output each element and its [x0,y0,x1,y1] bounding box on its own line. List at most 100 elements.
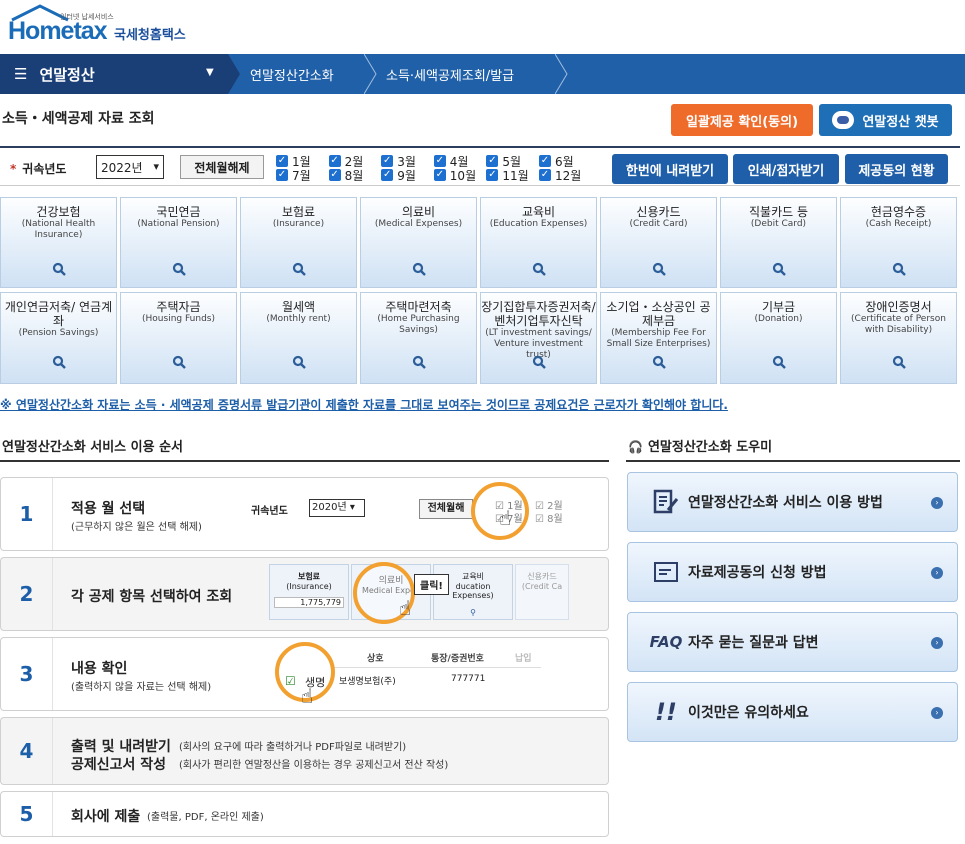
steps-section-title: 연말정산간소화 서비스 이용 순서 [2,440,184,455]
step-subtitle: (출력하지 않을 자료는 선택 해제) [71,682,212,693]
tile-title: 장애인증명서 [865,300,932,314]
breadcrumb-separator-icon [364,54,377,94]
step-1: 1 적용 월 선택 (근무하지 않은 월은 선택 해제) 귀속년도 2020년 … [0,477,609,551]
search-icon [652,262,666,276]
search-icon [892,355,906,369]
year-label: * 귀속년도 [10,162,67,176]
print-braille-button[interactable]: 인쇄/점자받기 [733,154,839,184]
checkbox-checked-icon: ✓ [433,155,446,167]
deduction-tile-7[interactable]: 직불카드 등 (Debit Card) [720,197,837,288]
checkbox-checked-icon: ✓ [276,155,288,167]
step-title-2: 공제신고서 작성 [71,757,167,773]
checkbox-checked-icon: ✓ [328,169,341,181]
step-subtitle-2: (회사가 편리한 연말정산을 이용하는 경우 공제신고서 전산 작성) [179,760,449,771]
tile-subtitle: (Certificate of Person with Disability) [851,314,946,335]
deduction-tile-2[interactable]: 국민연금 (National Pension) [120,197,237,288]
deduction-tile-10[interactable]: 주택자금 (Housing Funds) [120,292,237,384]
headset-icon: 🎧 [628,440,643,454]
nav-menu-dropdown[interactable]: ☰ 연말정산 ▼ [0,54,228,94]
main-nav-bar: ☰ 연말정산 ▼ 연말정산간소화 소득·세액공제조회/발급 [0,54,965,94]
notice-text[interactable]: ※ 연말정산간소화 자료는 소득 · 세액공제 증명서류 발급기관이 제출한 자… [0,396,728,413]
search-icon: ⚲ [470,608,476,617]
month-label: 8월 [344,168,364,183]
deduction-tile-9[interactable]: 개인연금저축/ 연금계좌 (Pension Savings) [0,292,117,384]
download-all-button[interactable]: 한번에 내려받기 [612,154,728,184]
tile-subtitle: (Insurance) [272,219,325,229]
step-5: 5 회사에 제출 (출력물, PDF, 온라인 제출) [0,791,609,837]
pointer-hand-icon: ☝ [301,684,314,708]
deduction-tile-5[interactable]: 교육비 (Education Expenses) [480,197,597,288]
deduction-tile-15[interactable]: 기부금 (Donation) [720,292,837,384]
hamburger-icon: ☰ [14,65,28,83]
helper-item-usage[interactable]: 연말정산간소화 서비스 이용 방법 › [627,472,958,532]
step-subtitle: (근무하지 않은 월은 선택 해제) [71,522,202,533]
month-checkbox-10[interactable]: ✓ 10월 [433,168,482,183]
month-label: 9월 [397,168,416,183]
month-checkbox-11[interactable]: ✓ 11월 [486,168,534,183]
tile-title: 의료비 [401,205,436,219]
month-checkbox-12[interactable]: ✓ 12월 [539,168,587,183]
tile-subtitle: (Housing Funds) [142,314,215,324]
search-icon [772,262,786,276]
deduction-tile-14[interactable]: 소기업・소상공인 공제부금 (Membership Fee For Small S… [600,292,717,384]
page-title: 소득・세액공제 자료 조회 [2,111,155,127]
deduction-tile-1[interactable]: 건강보험 (National Health Insurance) [0,197,117,288]
tile-subtitle: (National Health Insurance) [21,219,96,240]
step-number: 3 [1,638,53,710]
chatbot-button[interactable]: 연말정산 챗봇 [819,104,952,136]
step-title: 적용 월 선택 [71,501,146,517]
illus-table-header: 상호 통장/증권번호 납입 [331,646,541,668]
illus-tile-credit: 신용카드 (Credit Ca [515,564,569,620]
chatbot-icon [832,111,855,129]
helper-item-faq[interactable]: FAQ 자주 묻는 질문과 답변 › [627,612,958,672]
month-checkbox-7[interactable]: ✓ 7월 [276,168,324,183]
month-label: 10월 [449,168,477,183]
consent-status-button[interactable]: 제공동의 현황 [845,154,948,184]
caret-down-icon: ▼ [206,67,214,78]
step-title: 내용 확인 [71,661,128,677]
checkbox-checked-icon: ✓ [381,155,394,167]
tile-subtitle: (Pension Savings) [18,328,99,338]
month-checkbox-8[interactable]: ✓ 8월 [328,168,377,183]
step-2: 2 각 공제 항목 선택하여 조회 보험료 (Insurance) 1,775,77… [0,557,609,631]
step-number: 2 [1,558,53,630]
checkbox-checked-icon: ✓ [328,155,341,167]
tile-subtitle: (Home Purchasing Savings) [377,314,460,335]
pointer-hand-icon: ☝ [399,596,412,620]
breadcrumb-item-inquiry[interactable]: 소득·세액공제조회/발급 [386,54,514,94]
month-label: 11월 [502,168,529,183]
step-2-illustration: 보험료 (Insurance) 1,775,779 의료비 Medical Expen… [269,562,569,624]
tile-title: 건강보험 [36,205,81,219]
tile-title: 현금영수증 [870,205,927,219]
deduction-tile-16[interactable]: 장애인증명서 (Certificate of Person with Disabi… [840,292,957,384]
hometax-logo[interactable]: 인터넷 납세서비스 Hometax 국세청홈택스 [6,4,206,48]
tile-title: 주택자금 [156,300,201,314]
tile-title: 교육비 [521,205,556,219]
tile-subtitle: (Donation) [754,314,803,324]
checkbox-checked-icon: ✓ [539,169,551,181]
deduction-tile-12[interactable]: 주택마련저축 (Home Purchasing Savings) [360,292,477,384]
search-icon [172,355,186,369]
filter-bar: * 귀속년도 2022년 ▾ 전체월해제 한번에 내려받기 인쇄/점자받기 제공동의… [0,146,960,186]
deduction-tile-8[interactable]: 현금영수증 (Cash Receipt) [840,197,957,288]
deduction-tile-11[interactable]: 월세액 (Monthly rent) [240,292,357,384]
step-3: 3 내용 확인 (출력하지 않을 자료는 선택 해제) 상호 통장/증권번호 납… [0,637,609,711]
search-icon [532,262,546,276]
deduction-tile-3[interactable]: 보험료 (Insurance) [240,197,357,288]
tile-subtitle: (Debit Card) [750,219,807,229]
illus-year-label: 귀속년도 [251,506,288,517]
helper-item-consent[interactable]: 자료제공동의 신청 방법 › [627,542,958,602]
month-checkbox-9[interactable]: ✓ 9월 [381,168,429,183]
clear-all-months-button[interactable]: 전체월해제 [180,155,264,179]
consent-confirm-button[interactable]: 일괄제공 확인(동의) [671,104,813,136]
search-icon [52,355,66,369]
document-icon [646,560,686,584]
breadcrumb-separator-icon [555,54,568,94]
breadcrumb-item-simplified[interactable]: 연말정산간소화 [250,54,334,94]
helper-item-caution[interactable]: !! 이것만은 유의하세요 › [627,682,958,742]
deduction-tile-6[interactable]: 신용카드 (Credit Card) [600,197,717,288]
year-select[interactable]: 2022년 ▾ [96,155,164,179]
deduction-tile-4[interactable]: 의료비 (Medical Expenses) [360,197,477,288]
deduction-tile-13[interactable]: 장기집합투자증권저축/ 벤처기업투자신탁 (LT investment savin… [480,292,597,384]
logo-wordmark: Hometax [8,17,108,45]
